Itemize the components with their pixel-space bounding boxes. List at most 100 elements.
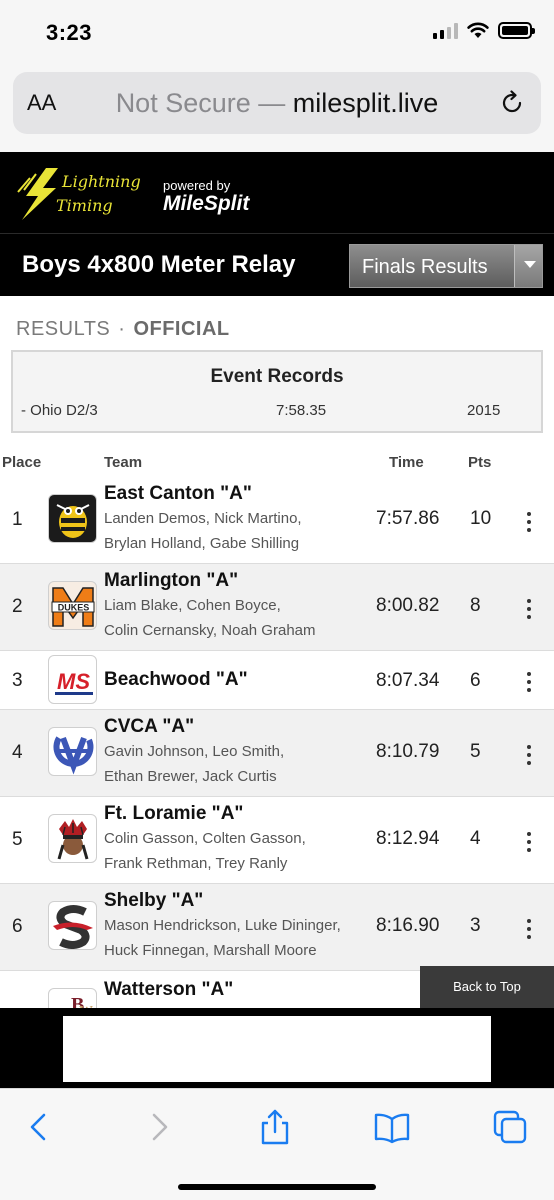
athlete-name[interactable]: Noah Graham: [221, 622, 315, 639]
ad-banner-area: [0, 1008, 554, 1088]
ms-logo-text: MS: [57, 669, 90, 694]
team-name[interactable]: East Canton "A": [104, 483, 252, 505]
more-options-icon[interactable]: [527, 919, 533, 943]
athlete-name[interactable]: Brylan Holland,: [104, 535, 206, 552]
row-place: 1: [12, 509, 23, 530]
milesplit-logo[interactable]: MileSplit: [163, 192, 249, 216]
browser-toolbar: [0, 1088, 554, 1200]
athlete-name[interactable]: Colin Cernansky,: [104, 622, 217, 639]
row-points: 10: [470, 508, 492, 529]
bookmarks-icon[interactable]: [374, 1109, 410, 1145]
team-name[interactable]: CVCA "A": [104, 716, 194, 738]
url-display[interactable]: Not Secure — milesplit.live: [13, 88, 541, 119]
athlete-name[interactable]: Colin Gasson,: [104, 830, 198, 847]
powered-by-label: powered by: [163, 178, 231, 193]
athlete-name[interactable]: Frank Rethman,: [104, 855, 212, 872]
table-row[interactable]: 5 Ft. Loramie "A" Colin Gasson, Colten G…: [0, 797, 554, 884]
table-row[interactable]: 3 MS Beachwood "A" 8:07.34 6: [0, 651, 554, 710]
row-points: 3: [470, 915, 481, 936]
more-options-icon[interactable]: [527, 672, 533, 696]
athlete-names: Liam Blake, Cohen Boyce,: [104, 597, 281, 614]
separator: ·: [118, 318, 126, 340]
athlete-name[interactable]: Marshall Moore: [213, 942, 316, 959]
logo-word-timing: Timing: [56, 196, 113, 215]
row-time: 8:16.90: [376, 915, 440, 936]
home-indicator[interactable]: [178, 1184, 376, 1190]
logo-word-lightning: Lightning: [62, 172, 141, 191]
more-options-icon[interactable]: [527, 599, 533, 623]
row-place: 4: [12, 742, 23, 763]
team-name[interactable]: Beachwood "A": [104, 669, 248, 691]
record-time: 7:58.35: [276, 402, 327, 419]
ad-banner[interactable]: [63, 1016, 491, 1082]
col-header-pts: Pts: [468, 454, 492, 471]
athlete-name[interactable]: Colten Gasson,: [202, 830, 305, 847]
row-points: 6: [470, 670, 481, 691]
results-status: RESULTS · OFFICIAL: [16, 318, 230, 341]
more-options-icon[interactable]: [527, 745, 533, 769]
table-row[interactable]: 2 DUKES Marlington "A" Liam Blake, Cohen…: [0, 564, 554, 651]
athlete-names: Colin Gasson, Colten Gasson,: [104, 830, 306, 847]
wifi-icon: [467, 22, 489, 38]
athlete-names: Colin Cernansky, Noah Graham: [104, 622, 316, 639]
hornet-logo: [48, 494, 97, 543]
share-icon[interactable]: [257, 1109, 293, 1145]
athlete-names: Ethan Brewer, Jack Curtis: [104, 768, 277, 785]
table-row[interactable]: 4 CVCA "A" Gavin Johnson, Leo Smith, Eth…: [0, 710, 554, 797]
athlete-name[interactable]: Liam Blake,: [104, 597, 182, 614]
athlete-name[interactable]: Cohen Boyce,: [187, 597, 281, 614]
row-points: 8: [470, 595, 481, 616]
back-icon[interactable]: [22, 1109, 58, 1145]
row-time: 8:00.82: [376, 595, 440, 616]
vc-logo: [48, 727, 97, 776]
cellular-signal-icon: [433, 22, 458, 39]
reload-icon[interactable]: [499, 90, 525, 116]
athlete-name[interactable]: Nick Martino,: [214, 510, 302, 527]
results-round-select[interactable]: Finals Results: [349, 244, 543, 288]
dukes-logo: DUKES: [48, 581, 97, 630]
redskin-logo: [48, 814, 97, 863]
url-security-label: Not Secure —: [115, 88, 293, 118]
athlete-name[interactable]: Luke Dininger,: [245, 917, 341, 934]
col-header-team: Team: [104, 454, 143, 471]
athlete-names: Brylan Holland, Gabe Shilling: [104, 535, 299, 552]
select-value: Finals Results: [362, 256, 488, 278]
more-options-icon[interactable]: [527, 832, 533, 856]
results-label: RESULTS: [16, 318, 111, 340]
table-row[interactable]: 1 East Canton "A" Landen Demos, Nick Mar…: [0, 477, 554, 564]
athlete-name[interactable]: Huck Finnegan,: [104, 942, 209, 959]
row-points: 5: [470, 741, 481, 762]
table-row[interactable]: 6 Shelby "A" Mason Hendrickson, Luke Din…: [0, 884, 554, 971]
team-name[interactable]: Shelby "A": [104, 890, 203, 912]
more-options-icon[interactable]: [527, 512, 533, 536]
team-name[interactable]: Marlington "A": [104, 570, 238, 592]
team-name[interactable]: Ft. Loramie "A": [104, 803, 243, 825]
row-time: 7:57.86: [376, 508, 440, 529]
bw-logo: BW: [48, 988, 97, 1008]
event-records-box: Event Records - Ohio D2/3 7:58.35 2015: [11, 350, 543, 433]
event-bar: Boys 4x800 Meter Relay Finals Results: [0, 234, 554, 296]
col-header-place: Place: [2, 454, 42, 471]
chevron-down-icon: [514, 245, 542, 287]
athlete-name[interactable]: Ethan Brewer,: [104, 768, 198, 785]
athlete-name[interactable]: Trey Ranly: [215, 855, 287, 872]
athlete-names: Landen Demos, Nick Martino,: [104, 510, 302, 527]
athlete-name[interactable]: Leo Smith,: [212, 743, 284, 760]
status-time: 3:23: [46, 20, 93, 45]
record-year: 2015: [467, 402, 501, 419]
team-name[interactable]: Watterson "A": [104, 979, 233, 1001]
athlete-name[interactable]: Gavin Johnson,: [104, 743, 208, 760]
athlete-name[interactable]: Jack Curtis: [202, 768, 276, 785]
address-bar[interactable]: AA Not Secure — milesplit.live: [13, 72, 541, 134]
back-to-top-button[interactable]: Back to Top: [420, 966, 554, 1008]
forward-icon[interactable]: [140, 1109, 176, 1145]
athlete-name[interactable]: Mason Hendrickson,: [104, 917, 241, 934]
row-time: 8:10.79: [376, 741, 440, 762]
tabs-icon[interactable]: [492, 1109, 528, 1145]
athlete-name[interactable]: Landen Demos,: [104, 510, 210, 527]
athlete-name[interactable]: Gabe Shilling: [210, 535, 299, 552]
lightning-timing-logo[interactable]: Lightning Timing: [16, 166, 156, 222]
row-place: 3: [12, 670, 23, 691]
row-place: 6: [12, 916, 23, 937]
dukes-logo-text: DUKES: [58, 603, 90, 613]
